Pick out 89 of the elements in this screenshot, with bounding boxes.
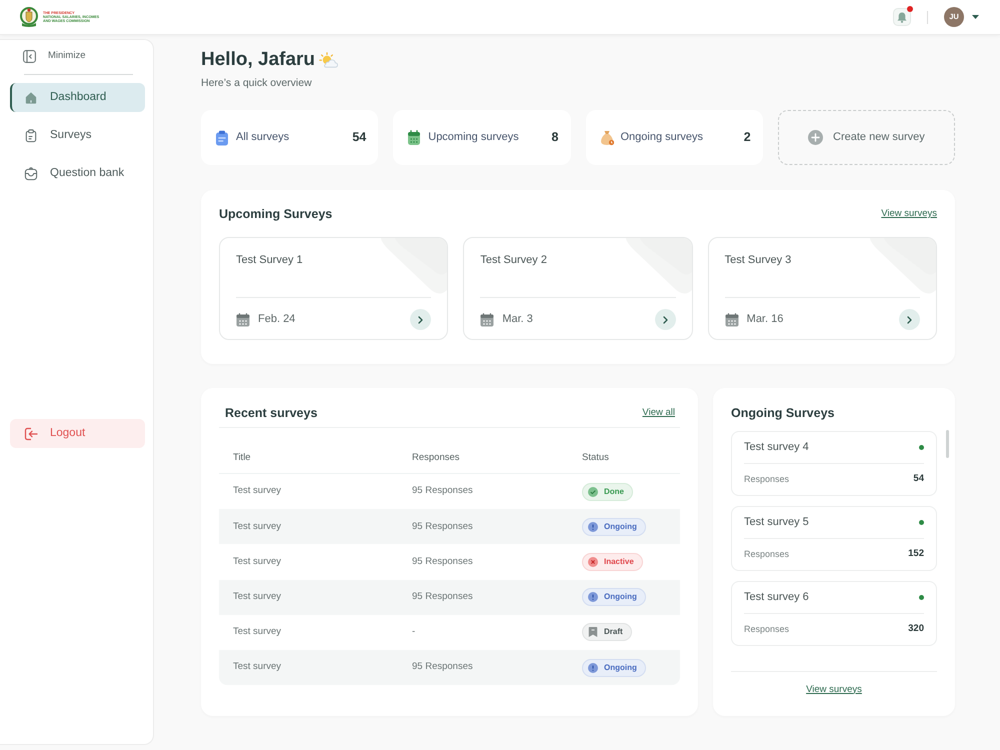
responses-count: 320 [908, 622, 924, 636]
title-cell-text: Test survey [232, 625, 282, 640]
bookmark-icon [588, 627, 598, 638]
scrollbar-thumb[interactable] [946, 430, 949, 458]
responses-cell-text: 95 Responses [411, 554, 474, 569]
responses-cell-text: 95 Responses [411, 660, 474, 674]
open-survey-button[interactable] [410, 309, 432, 330]
survey-title: Test survey 4 [744, 440, 809, 456]
status-label: Ongoing [604, 591, 637, 604]
sun-cloud-icon [319, 52, 338, 68]
status-label: Ongoing [604, 662, 637, 674]
responses-cell-text: 95 Responses [411, 590, 474, 604]
responses-cell-text: - [411, 625, 416, 640]
status-dot-icon [919, 445, 924, 450]
survey-title: Test Survey 2 [480, 253, 547, 267]
home-icon [24, 90, 38, 104]
responses-label: Responses [744, 548, 790, 561]
greeting-subtitle: Here’s a quick overview [201, 76, 312, 90]
logout-button[interactable]: Logout [10, 419, 145, 448]
responses-label: Responses [744, 622, 790, 636]
emblem-logo [19, 6, 39, 28]
stat-count: 54 [352, 129, 366, 146]
survey-title: Test survey 5 [744, 515, 809, 530]
view-surveys-link[interactable]: View surveys [881, 206, 937, 222]
column-header: Responses [411, 450, 461, 465]
clipboard-icon [24, 128, 38, 142]
tray-icon [24, 166, 38, 180]
info-circle-icon [588, 592, 598, 602]
notifications-button[interactable] [893, 8, 911, 26]
stat-label: Upcoming surveys [428, 130, 520, 146]
survey-title: Test Survey 1 [236, 253, 303, 267]
stat-label: Ongoing surveys [620, 130, 704, 146]
column-header: Status [581, 450, 610, 465]
title-cell-text: Test survey [232, 520, 282, 534]
section-title: Upcoming Surveys [219, 206, 332, 222]
info-circle-icon [588, 522, 598, 532]
title-cell-text: Test survey [232, 554, 282, 569]
responses-count: 152 [908, 547, 924, 562]
bell-icon [897, 12, 907, 22]
status-dot-icon [919, 595, 924, 600]
stat-count: 8 [552, 129, 558, 146]
survey-date: Mar. 16 [746, 312, 784, 328]
collapse-panel-icon [23, 50, 36, 62]
title-cell-text: Test survey [232, 660, 282, 674]
minimize-button[interactable]: Minimize [10, 46, 145, 66]
status-label: Done [604, 486, 624, 498]
section-title: Recent surveys [225, 405, 318, 421]
chevron-right-icon [906, 316, 912, 324]
open-survey-button[interactable] [654, 309, 676, 330]
clipboard-icon [215, 130, 229, 146]
survey-date: Feb. 24 [258, 312, 296, 328]
view-surveys-link[interactable]: View surveys [806, 684, 862, 694]
survey-date: Mar. 3 [502, 312, 533, 328]
sidebar-item[interactable]: Dashboard [10, 83, 145, 112]
money-bag-icon [600, 130, 614, 146]
open-survey-button[interactable] [898, 309, 920, 330]
caret-down-icon[interactable] [972, 15, 979, 19]
stat-label: All surveys [236, 130, 290, 146]
section-title: Ongoing Surveys [731, 405, 834, 421]
x-circle-icon [588, 556, 598, 567]
calendar-icon [236, 312, 250, 326]
title-cell-text: Test survey [232, 484, 282, 498]
sidebar-item[interactable]: Question bank [10, 159, 145, 188]
column-header: Title [232, 450, 252, 465]
responses-cell-text: 95 Responses [411, 484, 474, 498]
status-dot-icon [919, 520, 924, 525]
responses-label: Responses [744, 472, 790, 486]
chevron-right-icon [662, 316, 668, 324]
responses-count: 54 [913, 472, 924, 486]
stat-count: 2 [744, 129, 751, 146]
status-label: Ongoing [604, 520, 637, 533]
logout-icon [24, 426, 38, 440]
create-survey-button[interactable]: Create new survey [778, 110, 955, 165]
calendar-icon [480, 312, 494, 326]
status-label: Draft [604, 626, 623, 638]
check-circle-icon [588, 486, 598, 497]
sidebar-item[interactable]: Surveys [10, 121, 145, 150]
calendar-icon [407, 130, 422, 146]
view-all-link[interactable]: View all [642, 406, 675, 420]
calendar-icon [724, 312, 739, 326]
survey-title: Test survey 6 [744, 590, 809, 606]
status-label: Inactive [604, 556, 634, 568]
greeting-title: Hello, Jafaru [201, 48, 316, 72]
chevron-right-icon [418, 316, 424, 324]
survey-title: Test Survey 3 [724, 253, 792, 267]
responses-cell-text: 95 Responses [411, 520, 474, 534]
plus-icon [808, 130, 824, 145]
title-cell-text: Test survey [232, 590, 282, 604]
info-circle-icon [588, 662, 598, 673]
